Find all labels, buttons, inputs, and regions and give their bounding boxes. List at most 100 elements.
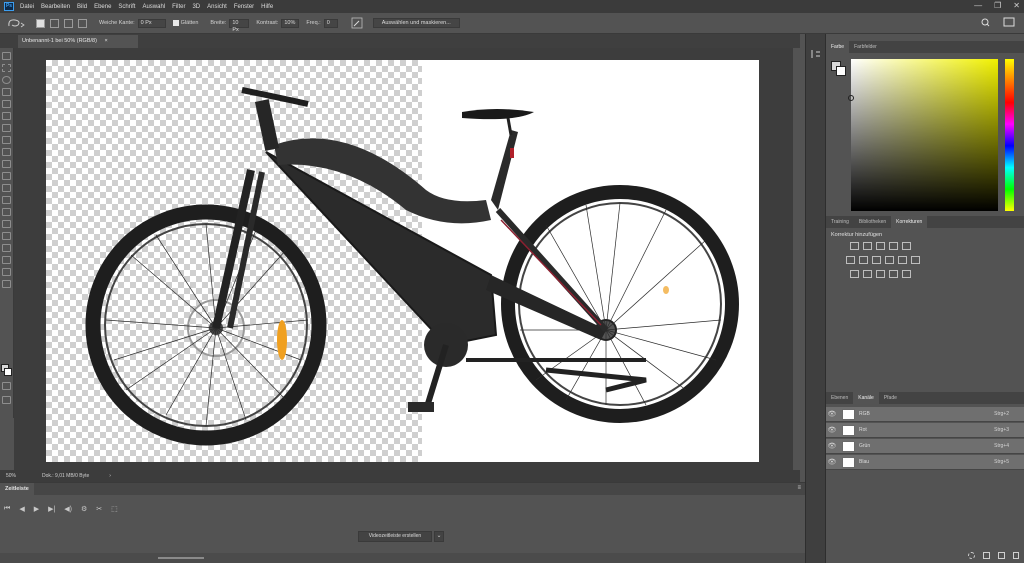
zoom-tool-icon[interactable] [2,280,11,288]
close-button[interactable]: ✕ [1013,1,1020,10]
quick-mask-icon[interactable] [2,382,11,390]
go-to-first-frame-icon[interactable]: ⏮ [4,505,10,513]
menu-ebene[interactable]: Ebene [94,4,111,10]
channel-row-rgb[interactable]: 👁 RGB Strg+2 [826,407,1024,422]
background-color-swatch[interactable] [4,368,12,376]
timeline-tab[interactable]: Zeitleiste [0,483,34,495]
curves-icon[interactable] [876,242,885,250]
visibility-eye-icon[interactable]: 👁 [826,410,838,418]
split-scissors-icon[interactable]: ✂ [96,505,102,513]
move-tool-icon[interactable] [2,52,11,60]
new-channel-icon[interactable] [998,551,1005,559]
eraser-tool-icon[interactable] [2,172,11,180]
add-selection-icon[interactable] [50,18,59,28]
channel-row-rot[interactable]: 👁 Rot Strg+3 [826,423,1024,438]
save-selection-icon[interactable] [983,551,990,559]
magnetic-lasso-icon[interactable] [6,17,26,29]
contrast-field[interactable]: 10% [281,18,300,28]
delete-channel-icon[interactable] [1013,551,1019,559]
quick-selection-tool-icon[interactable] [2,88,11,96]
hand-tool-icon[interactable] [2,268,11,276]
tab-pfade[interactable]: Pfade [879,392,902,404]
channel-row-gruen[interactable]: 👁 Grün Strg+4 [826,439,1024,454]
tab-training[interactable]: Training [826,216,854,228]
vibrance-icon[interactable] [902,242,911,250]
threshold-icon[interactable] [876,270,885,278]
gradient-tool-icon[interactable] [2,184,11,192]
menu-bild[interactable]: Bild [77,4,87,10]
pen-tool-icon[interactable] [2,220,11,228]
timeline-zoom-slider[interactable] [158,557,204,559]
exposure-icon[interactable] [889,242,898,250]
path-selection-tool-icon[interactable] [2,244,11,252]
frequency-field[interactable]: 0 [323,18,338,28]
tab-bibliotheken[interactable]: Bibliotheken [854,216,891,228]
invert-icon[interactable] [850,270,859,278]
tab-kanaele[interactable]: Kanäle [853,392,879,404]
brightness-contrast-icon[interactable] [850,242,859,250]
eyedropper-tool-icon[interactable] [2,112,11,120]
channel-row-blau[interactable]: 👁 Blau Strg+5 [826,455,1024,470]
marquee-tool-icon[interactable] [2,64,11,72]
tab-farbfelder[interactable]: Farbfelder [849,41,882,53]
timeline-menu-icon[interactable]: ≡ [797,485,801,491]
more-tools-icon[interactable] [2,292,11,296]
crop-tool-icon[interactable] [2,100,11,108]
menu-auswahl[interactable]: Auswahl [142,4,165,10]
photo-filter-icon[interactable] [885,256,894,264]
color-picker-field[interactable] [848,59,998,211]
menu-3d[interactable]: 3D [192,4,200,10]
brush-tool-icon[interactable] [2,136,11,144]
menu-ansicht[interactable]: Ansicht [207,4,227,10]
black-white-icon[interactable] [872,256,881,264]
shape-tool-icon[interactable] [2,256,11,264]
audio-icon[interactable]: ◀) [64,505,72,513]
smooth-checkbox[interactable] [172,20,179,26]
hue-slider[interactable] [1005,59,1014,211]
document-canvas[interactable] [46,60,759,462]
play-icon[interactable]: ▶ [34,505,39,513]
menu-datei[interactable]: Datei [20,4,34,10]
restore-button[interactable]: ❐ [994,1,1001,10]
visibility-eye-icon[interactable]: 👁 [826,458,838,466]
visibility-eye-icon[interactable]: 👁 [826,442,838,450]
healing-brush-tool-icon[interactable] [2,124,11,132]
create-video-timeline-button[interactable]: Videozeitleiste erstellen [358,531,432,542]
load-selection-icon[interactable] [968,551,975,559]
color-picker-cursor[interactable] [848,95,854,101]
minimize-button[interactable]: — [974,1,982,10]
zoom-level[interactable]: 50% [6,473,42,479]
subtract-selection-icon[interactable] [64,18,73,28]
settings-gear-icon[interactable]: ⚙ [81,505,87,513]
menu-fenster[interactable]: Fenster [234,4,254,10]
blur-tool-icon[interactable] [2,196,11,204]
color-lookup-icon[interactable] [911,256,920,264]
tab-ebenen[interactable]: Ebenen [826,392,853,404]
clone-stamp-tool-icon[interactable] [2,148,11,156]
tab-farbe[interactable]: Farbe [826,41,850,53]
hue-saturation-icon[interactable] [846,256,855,264]
search-and-workspace-icons[interactable] [978,17,1018,29]
transition-icon[interactable]: ⬚ [111,505,118,513]
posterize-icon[interactable] [863,270,872,278]
dodge-tool-icon[interactable] [2,208,11,216]
new-selection-icon[interactable] [36,18,45,28]
next-frame-icon[interactable]: ▶| [48,505,55,513]
previous-frame-icon[interactable]: ◀ [19,505,24,513]
selective-color-icon[interactable] [902,270,911,278]
soft-edge-field[interactable]: 0 Px [137,18,166,28]
pen-pressure-icon[interactable] [351,17,363,29]
visibility-eye-icon[interactable]: 👁 [826,426,838,434]
channel-mixer-icon[interactable] [898,256,907,264]
background-color-chip[interactable] [836,66,846,76]
tab-korrekturen[interactable]: Korrekturen [891,216,928,228]
gradient-map-icon[interactable] [889,270,898,278]
type-tool-icon[interactable] [2,232,11,240]
lasso-tool-icon[interactable] [2,76,11,84]
menu-schrift[interactable]: Schrift [118,4,135,10]
document-tab[interactable]: Unbenannt-1 bei 50% (RGB/8) × [18,35,138,48]
history-panel-icon[interactable] [810,48,822,60]
width-field[interactable]: 10 Px [229,18,250,33]
menu-filter[interactable]: Filter [172,4,185,10]
document-tab-close-icon[interactable]: × [104,38,107,44]
